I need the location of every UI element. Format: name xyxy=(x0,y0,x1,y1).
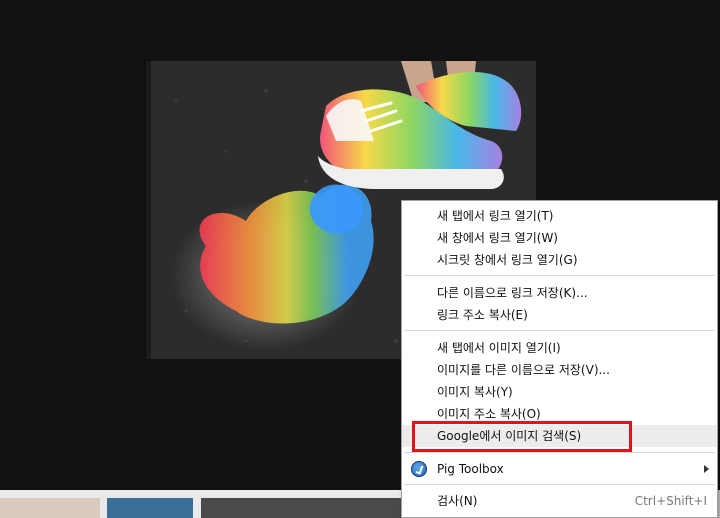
menu-item-open-image-new-tab[interactable]: 새 탭에서 이미지 열기(I) xyxy=(402,337,717,359)
photo-edge xyxy=(146,61,151,359)
menu-item-save-link-as[interactable]: 다른 이름으로 링크 저장(K)... xyxy=(402,282,717,304)
menu-item-pig-toolbox[interactable]: Pig Toolbox xyxy=(402,458,717,480)
menu-item-label: 새 창에서 링크 열기(W) xyxy=(437,231,558,245)
menu-item-label: Pig Toolbox xyxy=(437,462,504,476)
thumbnail-2[interactable] xyxy=(107,498,193,518)
menu-separator xyxy=(404,275,715,276)
menu-item-label: 이미지를 다른 이름으로 저장(V)... xyxy=(437,363,610,377)
menu-item-label: 다른 이름으로 링크 저장(K)... xyxy=(437,286,588,300)
menu-item-copy-link-address[interactable]: 링크 주소 복사(E) xyxy=(402,304,717,326)
red-highlight-annotation xyxy=(412,421,632,452)
submenu-arrow-icon xyxy=(704,465,709,473)
menu-item-inspect[interactable]: 검사(N) Ctrl+Shift+I xyxy=(402,490,717,512)
menu-separator xyxy=(404,330,715,331)
menu-item-open-link-new-window[interactable]: 새 창에서 링크 열기(W) xyxy=(402,227,717,249)
menu-item-label: 링크 주소 복사(E) xyxy=(437,308,528,322)
menu-item-label: 새 탭에서 이미지 열기(I) xyxy=(437,341,561,355)
menu-separator xyxy=(404,484,715,485)
menu-item-label: 검사(N) xyxy=(437,494,478,508)
menu-item-open-link-incognito[interactable]: 시크릿 창에서 링크 열기(G) xyxy=(402,249,717,271)
menu-item-label: 이미지 복사(Y) xyxy=(437,385,513,399)
menu-item-save-image-as[interactable]: 이미지를 다른 이름으로 저장(V)... xyxy=(402,359,717,381)
context-menu: 새 탭에서 링크 열기(T) 새 창에서 링크 열기(W) 시크릿 창에서 링크… xyxy=(401,200,718,518)
pig-toolbox-icon xyxy=(411,461,427,477)
thumbnail-1[interactable] xyxy=(0,498,100,518)
menu-item-open-link-new-tab[interactable]: 새 탭에서 링크 열기(T) xyxy=(402,205,717,227)
menu-item-copy-image[interactable]: 이미지 복사(Y) xyxy=(402,381,717,403)
thumbnail-3[interactable] xyxy=(201,498,401,518)
menu-item-label: 시크릿 창에서 링크 열기(G) xyxy=(437,253,578,267)
menu-item-label: 새 탭에서 링크 열기(T) xyxy=(437,209,554,223)
menu-separator xyxy=(404,452,715,453)
menu-item-shortcut: Ctrl+Shift+I xyxy=(634,494,707,508)
